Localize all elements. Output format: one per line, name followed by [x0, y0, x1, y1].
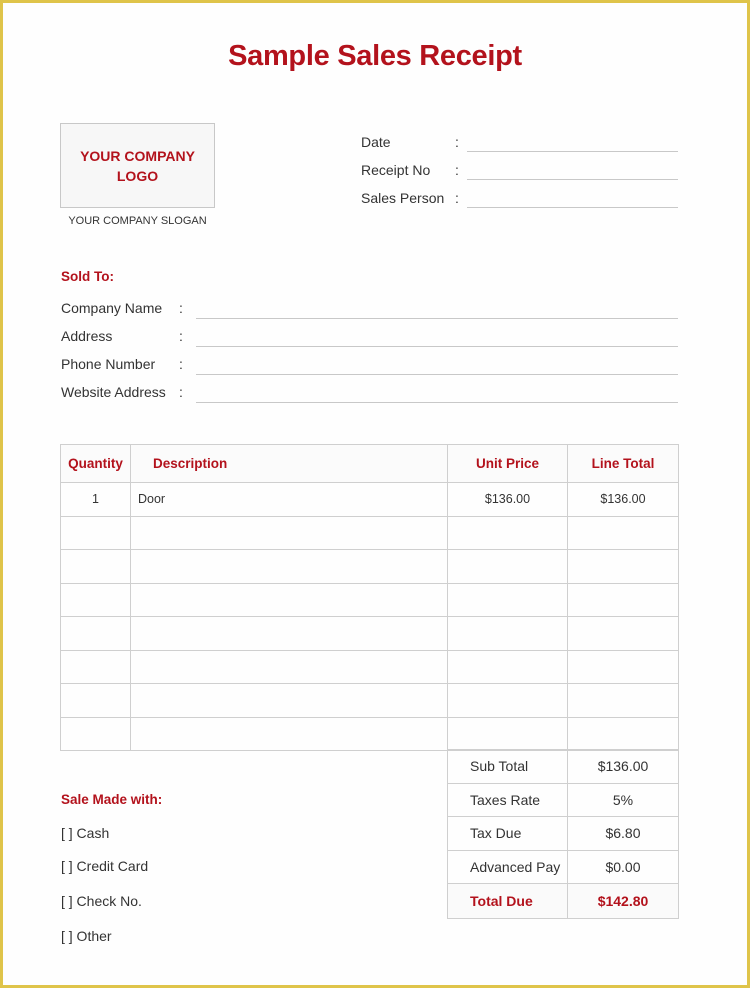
payment-option-other[interactable]: [ ] Other: [61, 928, 112, 944]
header-description: Description: [130, 444, 448, 483]
cell-description[interactable]: [130, 549, 448, 584]
sales-person-field[interactable]: [467, 207, 678, 208]
date-colon: :: [455, 134, 459, 150]
payment-option-check[interactable]: [ ] Check No.: [61, 893, 142, 909]
cell-quantity[interactable]: [60, 582, 131, 617]
website-address-label: Website Address: [61, 384, 166, 400]
website-address-colon: :: [179, 384, 183, 400]
cell-unit-price[interactable]: [447, 582, 568, 617]
header-line-total: Line Total: [567, 444, 679, 483]
cell-line-total[interactable]: $136.00: [567, 482, 679, 517]
cell-description[interactable]: [130, 582, 448, 617]
company-slogan: YOUR COMPANY SLOGAN: [68, 215, 207, 227]
subtotal-value[interactable]: $136.00: [567, 749, 679, 784]
sold-to-heading: Sold To:: [61, 269, 114, 284]
address-field[interactable]: [196, 346, 678, 347]
cell-line-total[interactable]: [567, 616, 679, 651]
sale-made-with-heading: Sale Made with:: [61, 792, 163, 807]
cell-description[interactable]: [130, 616, 448, 651]
table-row: [60, 616, 679, 651]
cell-unit-price[interactable]: [447, 649, 568, 684]
tax-due-label: Tax Due: [447, 816, 568, 851]
cell-quantity[interactable]: [60, 716, 131, 751]
tax-due-row: Tax Due $6.80: [447, 816, 679, 851]
cell-unit-price[interactable]: [447, 716, 568, 751]
total-due-row: Total Due $142.80: [447, 883, 679, 920]
cell-line-total[interactable]: [567, 549, 679, 584]
phone-number-colon: :: [179, 356, 183, 372]
receipt-no-colon: :: [455, 162, 459, 178]
tax-rate-value[interactable]: 5%: [567, 782, 679, 818]
cell-unit-price[interactable]: [447, 616, 568, 651]
cell-description[interactable]: [130, 683, 448, 718]
receipt-no-field[interactable]: [467, 179, 678, 180]
table-row: 1 Door $136.00 $136.00: [60, 482, 679, 517]
cell-quantity[interactable]: [60, 515, 131, 550]
company-name-label: Company Name: [61, 300, 163, 316]
table-row: [60, 716, 679, 751]
cell-description[interactable]: [130, 649, 448, 684]
subtotal-label: Sub Total: [447, 749, 568, 784]
cell-quantity[interactable]: [60, 549, 131, 584]
phone-number-label: Phone Number: [61, 356, 156, 372]
total-due-value[interactable]: $142.80: [567, 883, 679, 920]
page-title: Sample Sales Receipt: [228, 40, 522, 72]
table-row: [60, 582, 679, 617]
table-row: [60, 683, 679, 718]
header-unit-price: Unit Price: [447, 444, 568, 483]
cell-description[interactable]: Door: [130, 482, 448, 517]
sales-person-label: Sales Person: [361, 190, 445, 206]
cell-quantity[interactable]: [60, 649, 131, 684]
date-field[interactable]: [467, 151, 678, 152]
advanced-pay-value[interactable]: $0.00: [567, 849, 679, 885]
cell-description[interactable]: [130, 716, 448, 751]
cell-quantity[interactable]: 1: [60, 482, 131, 517]
company-logo-placeholder: YOUR COMPANY LOGO: [60, 123, 215, 208]
total-due-label: Total Due: [447, 883, 568, 920]
address-label: Address: [61, 328, 113, 344]
payment-option-credit-card[interactable]: [ ] Credit Card: [61, 858, 148, 874]
table-row: [60, 549, 679, 584]
cell-quantity[interactable]: [60, 616, 131, 651]
company-logo-text: YOUR COMPANY LOGO: [80, 147, 195, 184]
cell-quantity[interactable]: [60, 683, 131, 718]
phone-number-field[interactable]: [196, 374, 678, 375]
totals-table: Sub Total $136.00 Taxes Rate 5% Tax Due …: [447, 749, 679, 920]
cell-line-total[interactable]: [567, 649, 679, 684]
advanced-pay-row: Advanced Pay $0.00: [447, 849, 679, 885]
company-name-field[interactable]: [196, 318, 678, 319]
cell-unit-price[interactable]: [447, 683, 568, 718]
sales-person-colon: :: [455, 190, 459, 206]
payment-option-cash[interactable]: [ ] Cash: [61, 825, 109, 841]
table-row: [60, 649, 679, 684]
cell-line-total[interactable]: [567, 515, 679, 550]
cell-unit-price[interactable]: [447, 515, 568, 550]
cell-description[interactable]: [130, 515, 448, 550]
tax-rate-label: Taxes Rate: [447, 782, 568, 818]
tax-rate-row: Taxes Rate 5%: [447, 782, 679, 818]
table-row: [60, 515, 679, 550]
address-colon: :: [179, 328, 183, 344]
date-label: Date: [361, 134, 391, 150]
items-table: Quantity Description Unit Price Line Tot…: [60, 444, 679, 751]
subtotal-row: Sub Total $136.00: [447, 749, 679, 784]
cell-unit-price[interactable]: $136.00: [447, 482, 568, 517]
company-name-colon: :: [179, 300, 183, 316]
cell-line-total[interactable]: [567, 582, 679, 617]
header-quantity: Quantity: [60, 444, 131, 483]
tax-due-value[interactable]: $6.80: [567, 816, 679, 851]
cell-line-total[interactable]: [567, 716, 679, 751]
advanced-pay-label: Advanced Pay: [447, 849, 568, 885]
website-address-field[interactable]: [196, 402, 678, 403]
cell-unit-price[interactable]: [447, 549, 568, 584]
cell-line-total[interactable]: [567, 683, 679, 718]
receipt-no-label: Receipt No: [361, 162, 431, 178]
items-header-row: Quantity Description Unit Price Line Tot…: [60, 444, 679, 483]
